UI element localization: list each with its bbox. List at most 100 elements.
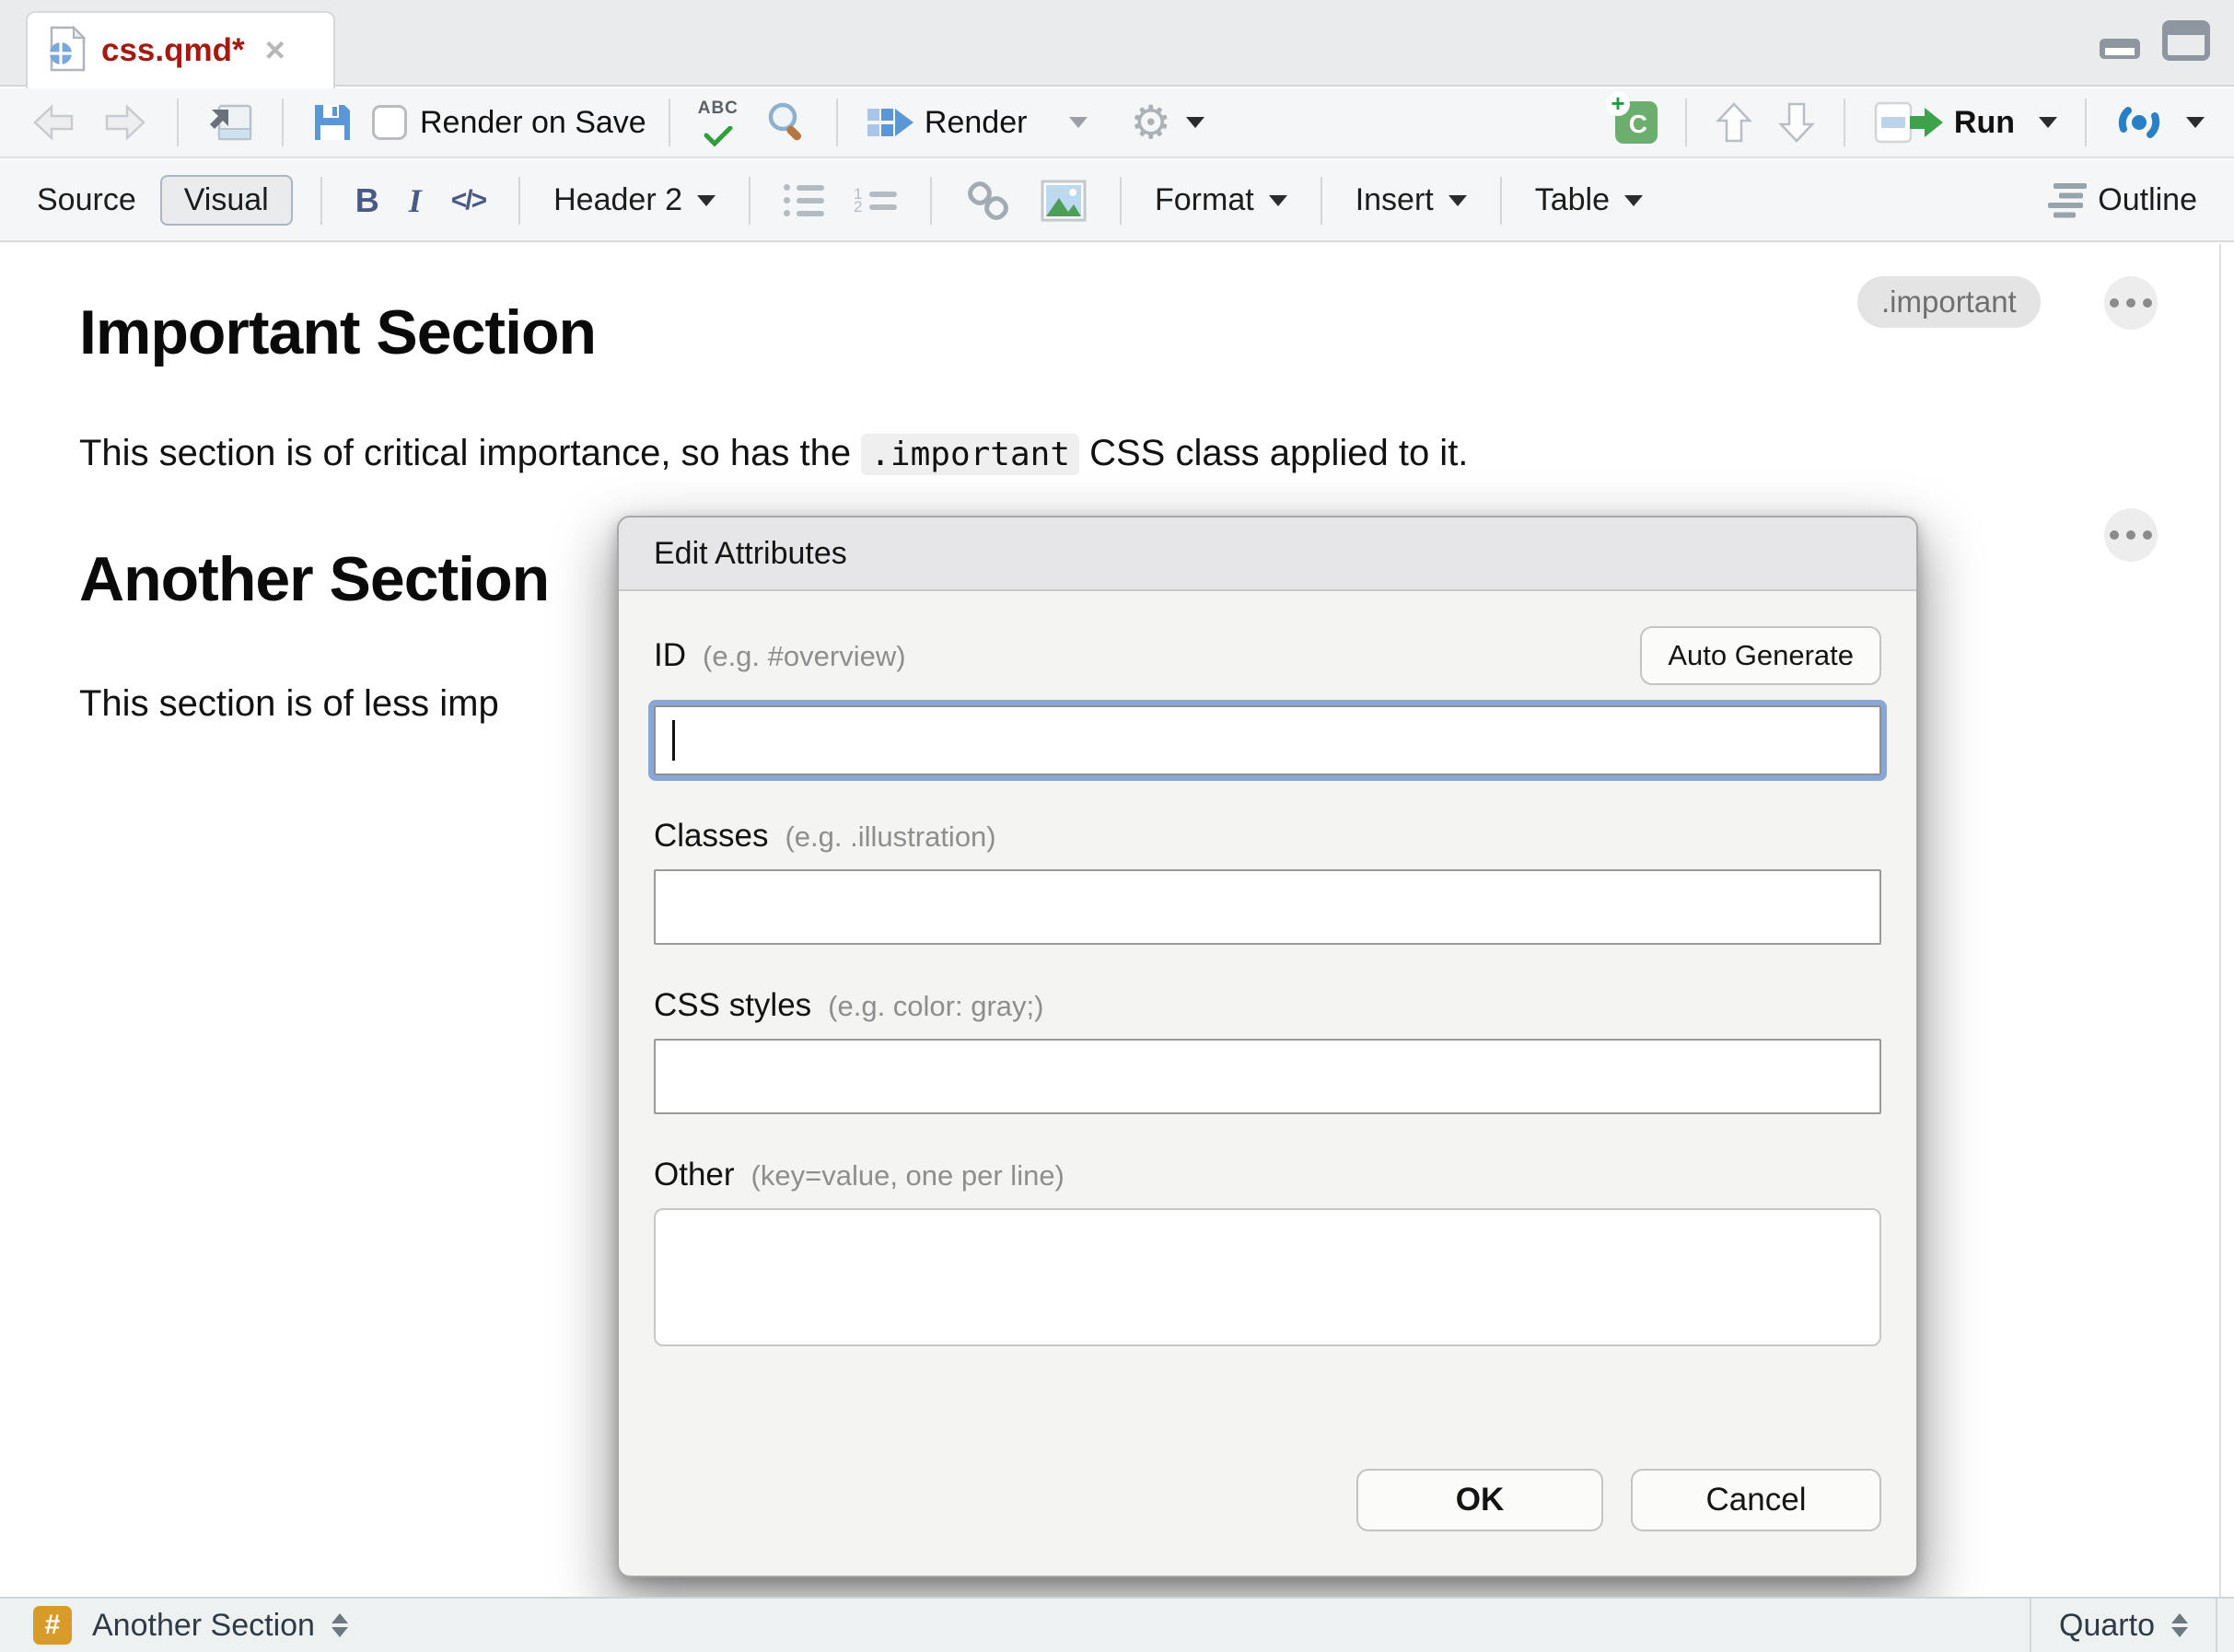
- insert-chunk-button[interactable]: C +: [1610, 98, 1663, 147]
- table-caret-icon: [1624, 195, 1643, 206]
- format-caret-icon: [1269, 195, 1287, 206]
- forward-arrow-icon: [101, 101, 149, 144]
- separator: [1844, 99, 1845, 146]
- numbered-list-icon: 1 2: [854, 191, 897, 210]
- up-arrow-icon: [1715, 100, 1753, 145]
- gear-dropdown-caret-icon: [1186, 117, 1204, 128]
- dialog-title-bar: Edit Attributes: [619, 518, 1916, 591]
- section2-paragraph: This section is of less imp: [79, 683, 499, 725]
- bold-button[interactable]: B: [350, 178, 385, 224]
- minimize-pane-icon[interactable]: [2098, 20, 2142, 65]
- outline-icon: [2048, 183, 2089, 218]
- tab-close-icon[interactable]: ×: [265, 33, 285, 68]
- header-caret-icon: [697, 195, 716, 206]
- spellcheck-button[interactable]: ABC: [692, 96, 744, 150]
- visual-mode-button[interactable]: Visual: [160, 175, 293, 226]
- run-label: Run: [1954, 105, 2015, 141]
- editor-right-gutter: [2219, 244, 2221, 1597]
- id-input[interactable]: [654, 705, 1881, 775]
- separator: [1321, 177, 1322, 225]
- search-icon: [764, 99, 809, 145]
- separator: [1500, 177, 1502, 225]
- format-menu[interactable]: Format: [1149, 179, 1293, 222]
- image-button[interactable]: [1035, 176, 1092, 226]
- format-menu-label: Format: [1155, 182, 1254, 218]
- edit-attributes-dialog: Edit Attributes ID (e.g. #overview) Auto…: [617, 516, 1918, 1577]
- table-menu[interactable]: Table: [1530, 179, 1648, 222]
- link-button[interactable]: [960, 175, 1017, 227]
- maximize-pane-icon[interactable]: [2162, 20, 2210, 65]
- render-icon: [866, 102, 915, 143]
- cancel-button[interactable]: Cancel: [1631, 1469, 1881, 1531]
- insert-chunk-icon: C +: [1615, 101, 1658, 144]
- go-to-next-chunk-button[interactable]: [1772, 97, 1821, 148]
- render-on-save-label: Render on Save: [420, 105, 646, 141]
- run-document-icon: [1873, 100, 1914, 145]
- popout-window-icon: [206, 100, 254, 145]
- css-styles-input[interactable]: [654, 1039, 1881, 1114]
- run-dropdown-caret-icon: [2039, 117, 2057, 128]
- heading-hash-icon: #: [33, 1606, 72, 1645]
- tab-css-qmd[interactable]: css.qmd* ×: [26, 11, 335, 88]
- italic-button[interactable]: I: [403, 178, 427, 224]
- section1-paragraph: This section is of critical importance, …: [79, 433, 1468, 474]
- spellcheck-abc-icon: ABC: [698, 99, 739, 117]
- insert-menu[interactable]: Insert: [1350, 179, 1472, 222]
- classes-input[interactable]: [654, 869, 1881, 945]
- section-updown-icon[interactable]: [332, 1613, 348, 1637]
- current-section-selector[interactable]: Another Section: [92, 1608, 315, 1644]
- document-mode-selector[interactable]: Quarto: [2030, 1599, 2217, 1652]
- mode-label: Quarto: [2059, 1608, 2155, 1644]
- header-level-dropdown[interactable]: Header 2: [548, 179, 721, 222]
- header-level-label: Header 2: [553, 182, 682, 218]
- source-tools-button[interactable]: [2109, 98, 2210, 147]
- source-mode-button[interactable]: Source: [31, 179, 142, 222]
- numbered-list-button[interactable]: 1 2: [848, 187, 902, 214]
- tab-bar: css.qmd* ×: [0, 0, 2234, 87]
- main-toolbar: Render on Save ABC Render ⚙ C +: [0, 88, 2234, 158]
- outline-label: Outline: [2098, 182, 2197, 218]
- auto-generate-button[interactable]: Auto Generate: [1640, 626, 1881, 685]
- forward-button[interactable]: [96, 98, 155, 147]
- separator: [1685, 99, 1687, 146]
- open-in-new-window-button[interactable]: [201, 97, 260, 148]
- section2-more-options-button[interactable]: [2104, 508, 2158, 562]
- outline-toggle-button[interactable]: Outline: [2042, 179, 2203, 222]
- go-to-previous-chunk-button[interactable]: [1709, 97, 1759, 148]
- dialog-title: Edit Attributes: [654, 536, 847, 572]
- link-icon: [965, 179, 1011, 223]
- separator: [282, 99, 284, 146]
- find-button[interactable]: [759, 96, 814, 149]
- save-button[interactable]: [306, 98, 359, 147]
- separator: [749, 177, 750, 225]
- source-tools-caret-icon: [2186, 117, 2205, 128]
- render-dropdown-caret-icon[interactable]: [1069, 117, 1088, 128]
- render-label: Render: [925, 105, 1028, 141]
- ok-button[interactable]: OK: [1356, 1469, 1603, 1531]
- image-icon: [1041, 180, 1087, 222]
- insert-caret-icon: [1449, 195, 1467, 206]
- other-attributes-textarea[interactable]: [654, 1208, 1881, 1346]
- separator: [1120, 177, 1122, 225]
- other-field-label: Other (key=value, one per line): [654, 1157, 1881, 1193]
- run-green-arrow-icon: [1910, 102, 1945, 143]
- quarto-file-icon: [48, 26, 87, 76]
- render-on-save-checkbox[interactable]: [372, 105, 407, 140]
- save-icon: [311, 101, 354, 144]
- separator: [2085, 99, 2087, 146]
- tab-title: css.qmd*: [101, 32, 245, 69]
- separator: [177, 99, 179, 146]
- sync-source-icon: [2114, 101, 2164, 144]
- back-button[interactable]: [24, 98, 83, 147]
- insert-menu-label: Insert: [1356, 182, 1434, 218]
- text-cursor: [672, 720, 675, 761]
- bullet-list-button[interactable]: [778, 180, 830, 220]
- important-class-badge: .important: [1857, 276, 2041, 328]
- render-button[interactable]: Render: [860, 99, 1033, 146]
- spellcheck-check-icon: [703, 126, 734, 146]
- plus-icon: +: [1606, 92, 1630, 116]
- run-button[interactable]: Run: [1867, 97, 2063, 148]
- code-button[interactable]: </>: [446, 181, 491, 220]
- section1-more-options-button[interactable]: [2104, 276, 2158, 330]
- render-options-button[interactable]: ⚙: [1124, 96, 1210, 149]
